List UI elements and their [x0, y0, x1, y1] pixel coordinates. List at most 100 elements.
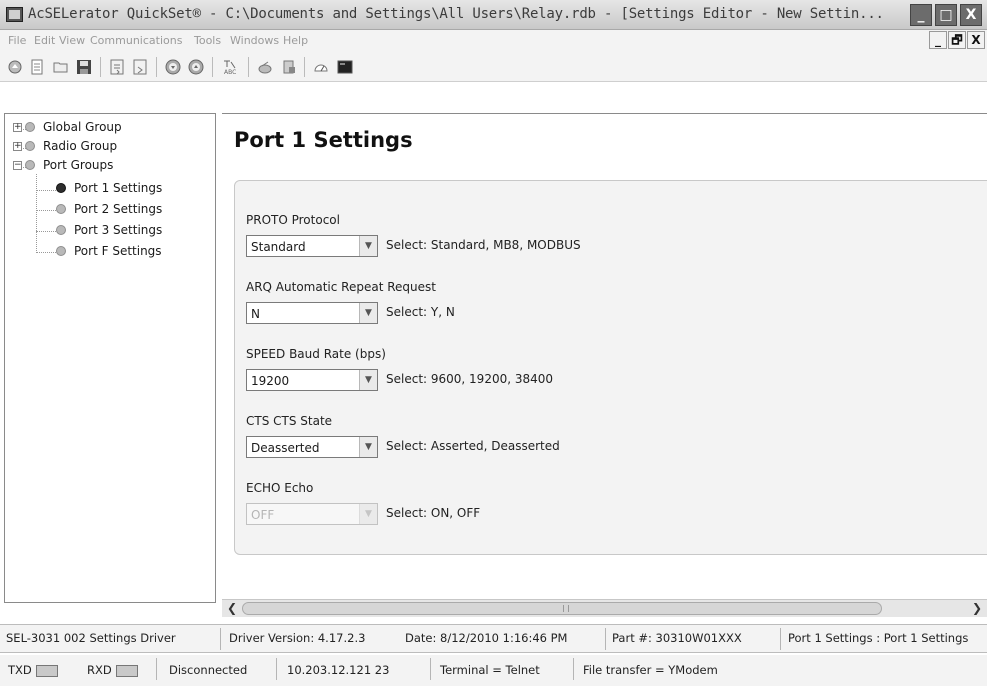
status-bar-top: SEL-3031 002 Settings Driver Driver Vers… — [0, 624, 987, 653]
status-bar-bottom: TXD RXD Disconnected 10.203.12.121 23 Te… — [0, 655, 987, 686]
select-value: Deasserted — [251, 441, 320, 455]
tree-item-port-f-settings[interactable]: Port F Settings — [56, 244, 162, 258]
menu-view[interactable]: View — [59, 34, 85, 47]
expand-icon[interactable]: + — [13, 122, 22, 132]
tree-item-port-3-settings[interactable]: Port 3 Settings — [56, 223, 162, 237]
collapse-icon[interactable]: − — [13, 160, 22, 170]
select-value: Standard — [251, 240, 306, 254]
spell-check-icon[interactable]: ABC — [221, 58, 239, 76]
chevron-down-icon[interactable]: ▼ — [359, 303, 377, 323]
tree-item-port-1-settings[interactable]: Port 1 Settings — [56, 181, 162, 195]
group-icon — [25, 122, 35, 132]
menu-communications[interactable]: Communications — [90, 34, 182, 47]
doc-close-button[interactable]: X — [967, 31, 985, 49]
node-icon — [56, 204, 66, 214]
rxd-led-icon — [115, 664, 138, 677]
horizontal-scrollbar[interactable]: ❮ ❯ — [222, 599, 987, 617]
tree-item-label: Global Group — [43, 120, 122, 134]
settings-location: Port 1 Settings : Port 1 Settings — [788, 631, 969, 645]
setting-hint-proto: Select: Standard, MB8, MODBUS — [386, 238, 581, 252]
tree-item-port-groups[interactable]: − Port Groups — [13, 158, 113, 172]
setting-label-proto: PROTO Protocol — [246, 213, 340, 227]
menu-tools[interactable]: Tools — [194, 34, 221, 47]
home-icon[interactable] — [6, 58, 24, 76]
menu-bar: File Edit View Communications Tools Wind… — [0, 30, 987, 52]
setting-hint-echo: Select: ON, OFF — [386, 506, 481, 520]
send-settings-icon[interactable] — [131, 58, 149, 76]
group-icon — [25, 141, 35, 151]
arq-select[interactable]: N ▼ — [246, 302, 378, 324]
chevron-down-icon[interactable]: ▼ — [359, 437, 377, 457]
status-separator — [276, 658, 277, 680]
rxd-indicator: RXD — [87, 663, 138, 677]
txd-label: TXD — [8, 663, 32, 677]
grip-icon — [563, 605, 569, 612]
speed-select[interactable]: 19200 ▼ — [246, 369, 378, 391]
menu-file[interactable]: File — [8, 34, 26, 47]
tree-item-label: Port 1 Settings — [74, 181, 163, 195]
menu-windows[interactable]: Windows — [230, 34, 279, 47]
status-separator — [780, 628, 781, 650]
toolbar-separator — [212, 57, 213, 77]
scrollbar-thumb[interactable] — [242, 602, 882, 615]
tree-item-label: Port F Settings — [74, 244, 162, 258]
tree-connector — [36, 174, 37, 253]
close-button[interactable]: X — [960, 4, 982, 26]
connection-status: Disconnected — [169, 663, 248, 677]
status-separator — [156, 658, 157, 680]
svg-text:ABC: ABC — [224, 69, 236, 76]
tree-item-radio-group[interactable]: + Radio Group — [13, 139, 117, 153]
expand-icon[interactable]: + — [13, 141, 22, 151]
txd-indicator: TXD — [8, 663, 58, 677]
tree-item-label: Radio Group — [43, 139, 118, 153]
settings-editor: Port 1 Settings PROTO Protocol Standard … — [222, 113, 987, 617]
terminal-icon[interactable] — [336, 58, 354, 76]
open-folder-icon[interactable] — [52, 58, 70, 76]
chevron-down-icon[interactable]: ▼ — [359, 236, 377, 256]
tree-item-port-2-settings[interactable]: Port 2 Settings — [56, 202, 162, 216]
status-separator — [605, 628, 606, 650]
settings-file-icon[interactable] — [280, 58, 298, 76]
select-value: N — [251, 307, 260, 321]
toolbar-separator — [248, 57, 249, 77]
scroll-right-icon[interactable]: ❯ — [969, 601, 985, 617]
tree-item-label: Port 3 Settings — [74, 223, 163, 237]
doc-restore-button[interactable]: 🗗 — [948, 31, 966, 49]
proto-select[interactable]: Standard ▼ — [246, 235, 378, 257]
tree-item-global-group[interactable]: + Global Group — [13, 120, 122, 134]
maximize-button[interactable]: □ — [935, 4, 957, 26]
cts-select[interactable]: Deasserted ▼ — [246, 436, 378, 458]
status-separator — [573, 658, 574, 680]
scroll-left-icon[interactable]: ❮ — [224, 601, 240, 617]
tree-connector — [36, 190, 56, 191]
status-separator — [220, 628, 221, 650]
menu-help[interactable]: Help — [283, 34, 308, 47]
selected-node-icon — [56, 183, 66, 193]
toolbar-separator — [304, 57, 305, 77]
new-document-icon[interactable] — [28, 58, 46, 76]
chevron-down-icon[interactable]: ▼ — [359, 370, 377, 390]
doc-minimize-button[interactable]: _ — [929, 31, 947, 49]
upload-icon[interactable] — [187, 58, 205, 76]
connection-address: 10.203.12.121 23 — [287, 663, 390, 677]
window-title: AcSELerator QuickSet® - C:\Documents and… — [28, 6, 884, 22]
download-icon[interactable] — [164, 58, 182, 76]
connect-icon[interactable] — [256, 58, 274, 76]
group-icon — [25, 160, 35, 170]
settings-panel: PROTO Protocol Standard ▼ Select: Standa… — [234, 180, 987, 555]
file-transfer-mode: File transfer = YModem — [583, 663, 718, 677]
tree-connector — [36, 252, 56, 253]
minimize-button[interactable]: _ — [910, 4, 932, 26]
document-window-controls: _ 🗗 X — [929, 31, 985, 49]
read-settings-icon[interactable] — [108, 58, 126, 76]
meter-icon[interactable] — [312, 58, 330, 76]
setting-hint-arq: Select: Y, N — [386, 305, 455, 319]
driver-date: Date: 8/12/2010 1:16:46 PM — [405, 631, 568, 645]
setting-label-speed: SPEED Baud Rate (bps) — [246, 347, 386, 361]
rxd-label: RXD — [87, 663, 112, 677]
driver-version: Driver Version: 4.17.2.3 — [229, 631, 366, 645]
txd-led-icon — [35, 664, 58, 677]
settings-tree: + Global Group + Radio Group − Port Grou… — [4, 113, 216, 603]
save-icon[interactable] — [75, 58, 93, 76]
menu-edit[interactable]: Edit — [34, 34, 55, 47]
